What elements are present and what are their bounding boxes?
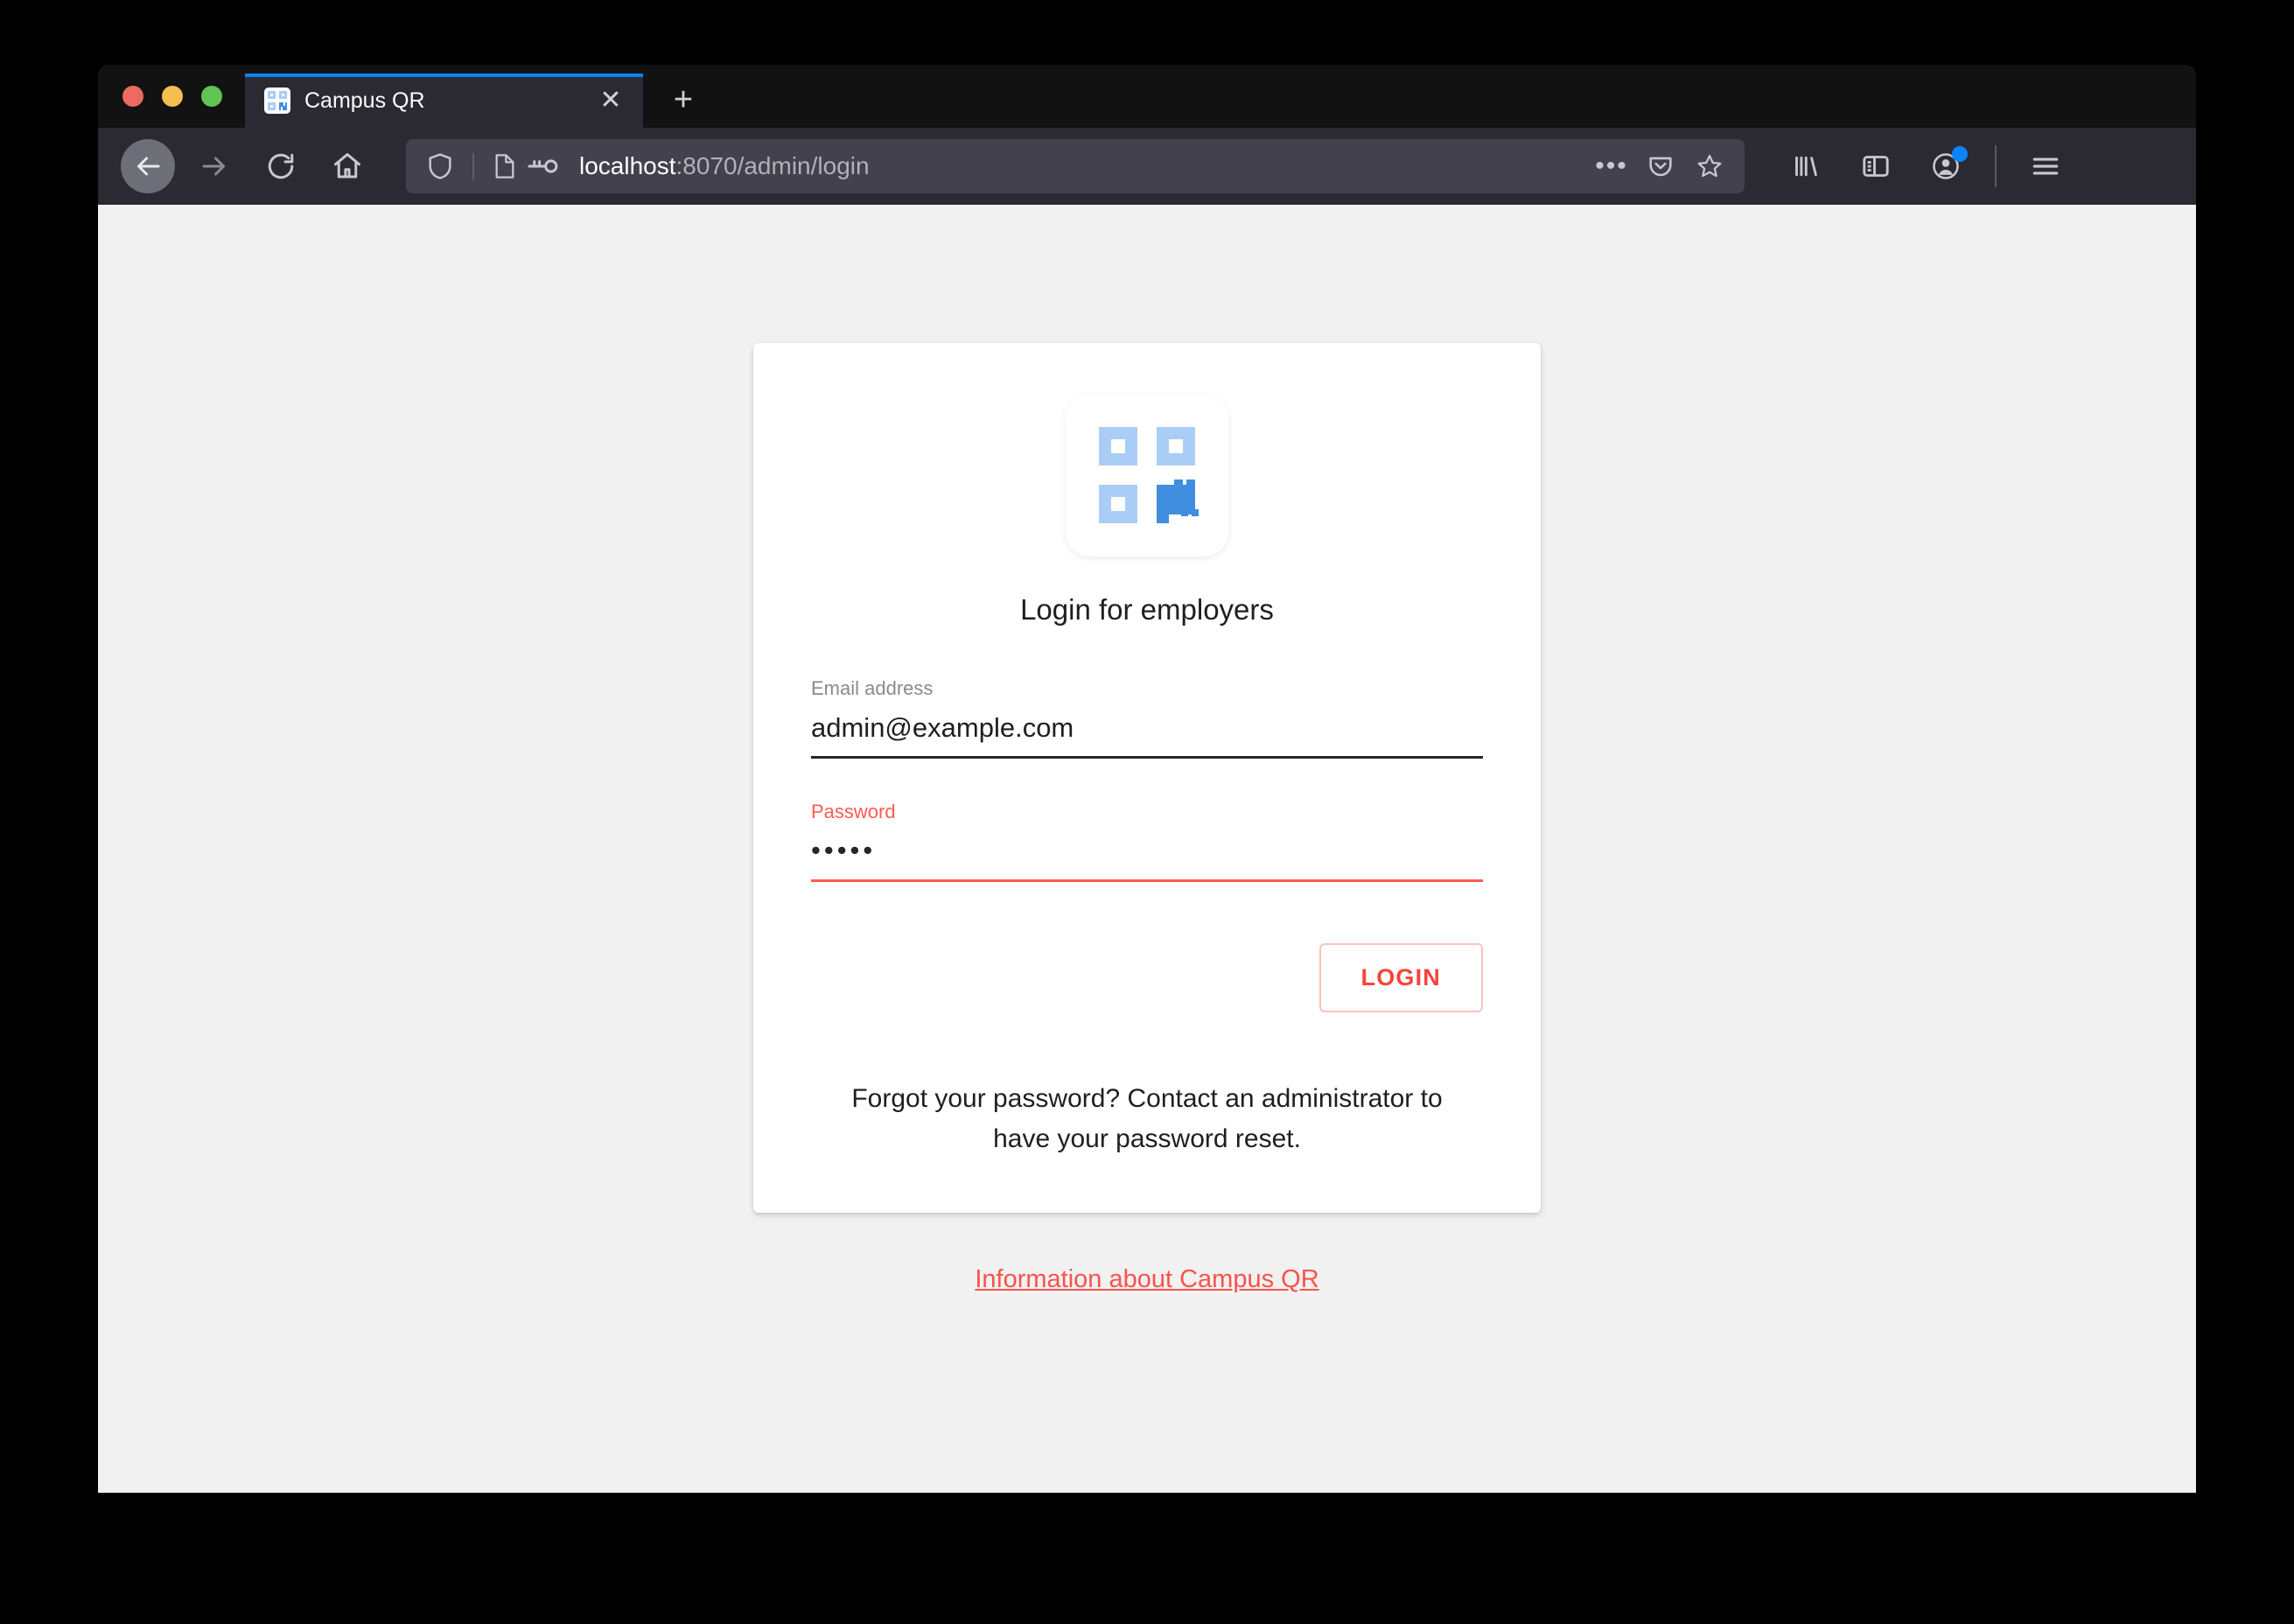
home-icon[interactable]	[320, 139, 374, 193]
new-tab-button[interactable]: +	[659, 75, 708, 124]
browser-window: Campus QR ✕ +	[98, 65, 2196, 1493]
page-title: Login for employers	[811, 593, 1483, 626]
info-link-container: Information about Campus QR	[753, 1265, 1541, 1294]
navigation-toolbar: localhost:8070/admin/login •••	[98, 128, 2196, 205]
shield-icon[interactable]	[425, 151, 455, 181]
email-field-label: Email address	[811, 677, 1483, 700]
email-field[interactable]	[811, 712, 1483, 759]
tab-title: Campus QR	[304, 88, 594, 114]
submit-row: LOGIN	[811, 943, 1483, 1012]
email-field-group: Email address	[811, 677, 1483, 759]
window-maximize-button[interactable]	[201, 86, 222, 107]
hamburger-menu-icon[interactable]	[2018, 139, 2073, 193]
window-minimize-button[interactable]	[162, 86, 183, 107]
pocket-icon[interactable]	[1638, 144, 1683, 189]
password-field-label: Password	[811, 801, 1483, 823]
toolbar-right	[1771, 139, 2081, 193]
url-bar[interactable]: localhost:8070/admin/login •••	[406, 139, 1745, 193]
campus-qr-logo	[1066, 394, 1228, 556]
page-content: Login for employers Email address Passwo…	[98, 205, 2196, 1493]
login-card: Login for employers Email address Passwo…	[753, 343, 1541, 1213]
logo-container	[811, 394, 1483, 556]
tab-strip: Campus QR ✕ +	[98, 65, 2196, 128]
page-icon[interactable]	[492, 152, 518, 180]
library-icon[interactable]	[1779, 139, 1833, 193]
qr-code-icon	[264, 88, 290, 114]
page-actions-ellipsis-icon[interactable]: •••	[1589, 144, 1634, 189]
url-path: :8070/admin/login	[676, 152, 870, 179]
info-about-campus-qr-link[interactable]: Information about Campus QR	[975, 1265, 1318, 1293]
url-action-buttons: •••	[1589, 144, 1732, 189]
toolbar-divider	[1995, 145, 1997, 187]
back-arrow-icon[interactable]	[121, 139, 175, 193]
url-host: localhost	[579, 152, 676, 179]
notification-badge	[1952, 146, 1968, 162]
window-close-button[interactable]	[122, 86, 143, 107]
account-avatar-icon[interactable]	[1919, 139, 1973, 193]
password-field[interactable]: •••••	[811, 836, 1483, 882]
login-button[interactable]: LOGIN	[1319, 943, 1484, 1012]
url-divider	[472, 153, 474, 179]
close-icon[interactable]: ✕	[594, 84, 627, 117]
reload-icon[interactable]	[254, 139, 308, 193]
password-field-group: Password •••••	[811, 801, 1483, 882]
key-icon[interactable]	[527, 157, 560, 176]
window-traffic-lights	[98, 65, 245, 128]
forgot-password-text: Forgot your password? Contact an adminis…	[811, 1079, 1483, 1158]
url-text[interactable]: localhost:8070/admin/login	[579, 152, 1589, 180]
browser-tab-campus-qr[interactable]: Campus QR ✕	[245, 74, 643, 128]
star-icon[interactable]	[1687, 144, 1732, 189]
sidebar-icon[interactable]	[1849, 139, 1903, 193]
forward-arrow-icon[interactable]	[187, 139, 241, 193]
